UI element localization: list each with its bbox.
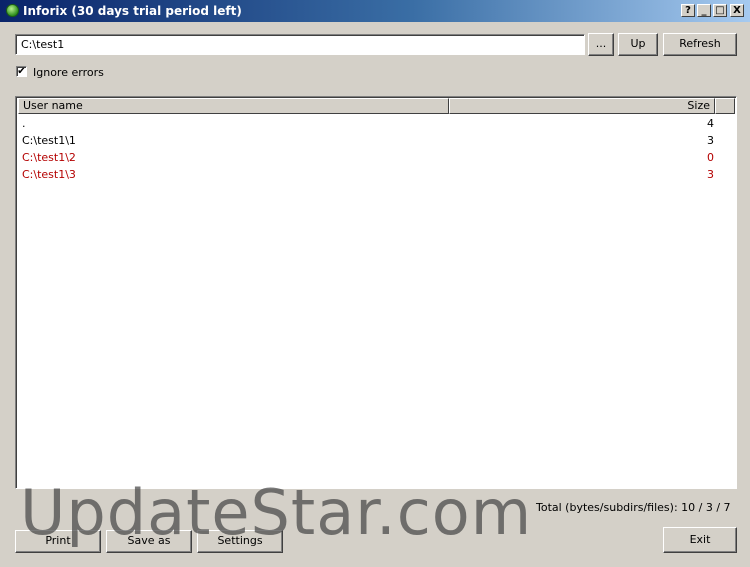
results-list[interactable]: User name Size . 4 C:\test1\1 3 C:\test1… (15, 96, 737, 489)
row-size: 3 (707, 134, 714, 147)
minimize-button[interactable]: _ (697, 4, 711, 17)
row-name: . (22, 117, 26, 130)
list-row[interactable]: C:\test1\1 3 (22, 132, 714, 149)
column-header-size[interactable]: Size (449, 98, 715, 114)
row-size: 3 (707, 168, 714, 181)
watermark: UpdateStar.com (20, 476, 533, 549)
title-bar[interactable]: Inforix (30 days trial period left) ? _ … (0, 0, 750, 22)
ignore-errors-checkbox[interactable]: ✔ (16, 66, 27, 77)
exit-button[interactable]: Exit (663, 527, 737, 553)
browse-button[interactable]: ... (588, 33, 614, 56)
ignore-errors-label[interactable]: Ignore errors (33, 66, 104, 79)
list-row[interactable]: . 4 (22, 115, 714, 132)
main-window: Inforix (30 days trial period left) ? _ … (0, 0, 750, 567)
help-button[interactable]: ? (681, 4, 695, 17)
refresh-button[interactable]: Refresh (663, 33, 737, 56)
row-name: C:\test1\3 (22, 168, 76, 181)
row-size: 0 (707, 151, 714, 164)
app-icon (6, 4, 19, 17)
window-title: Inforix (30 days trial period left) (23, 4, 242, 18)
maximize-button[interactable]: □ (713, 4, 727, 17)
row-name: C:\test1\2 (22, 151, 76, 164)
row-name: C:\test1\1 (22, 134, 76, 147)
up-button[interactable]: Up (618, 33, 658, 56)
list-row[interactable]: C:\test1\3 3 (22, 166, 714, 183)
column-header-user-name[interactable]: User name (18, 98, 449, 114)
path-input[interactable]: C:\test1 (15, 34, 585, 55)
row-size: 4 (707, 117, 714, 130)
total-summary: Total (bytes/subdirs/files): 10 / 3 / 7 (536, 501, 731, 514)
close-button[interactable]: X (730, 4, 744, 17)
list-row[interactable]: C:\test1\2 0 (22, 149, 714, 166)
column-header-filler (715, 98, 735, 114)
